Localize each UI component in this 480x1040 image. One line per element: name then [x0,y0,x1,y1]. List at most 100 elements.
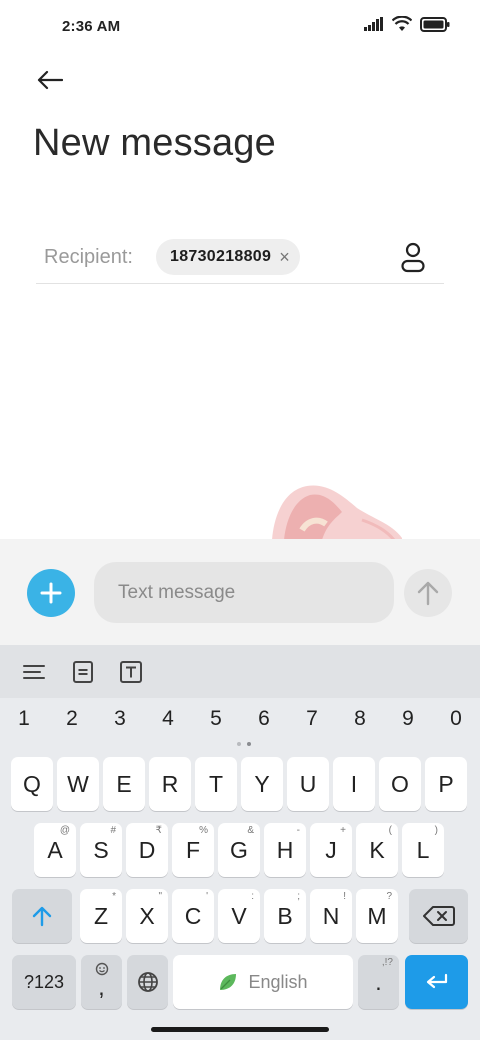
key-hint: - [296,825,300,836]
leaf-icon [220,974,237,990]
emoji-comma-key[interactable]: , [81,955,122,1009]
number-key[interactable]: 8 [345,707,375,731]
send-button[interactable] [404,569,452,617]
comma-label: , [98,973,105,1000]
text-format-icon[interactable] [118,659,144,685]
letter-key[interactable]: :V [218,889,260,943]
language-key[interactable] [127,955,168,1009]
person-icon [401,242,425,273]
key-hint: ; [297,891,300,902]
letter-key[interactable]: " X [126,889,168,943]
emoji-icon [95,962,109,976]
keyboard: 1234567890 QWERTYUIOP @ A # S ₹ D% F & G - H + J(K) L… [0,645,480,1040]
number-key[interactable]: 6 [249,707,279,731]
key-hint: : [251,891,254,902]
key-label: J [325,836,337,863]
arrow-left-icon [37,70,63,90]
letter-key[interactable]: O [379,757,421,811]
recipient-label: Recipient: [44,246,133,268]
recipient-chip[interactable]: 18730218809 × [156,239,300,275]
shift-key[interactable] [12,889,72,943]
letter-key[interactable]: -H [264,823,306,877]
key-label: S [93,836,109,863]
space-key[interactable]: English [173,955,353,1009]
status-icons [364,16,450,32]
arrow-up-icon [417,581,439,606]
key-hint: " [158,891,162,902]
key-hint: * [112,891,116,902]
letter-key[interactable]: ) L [402,823,444,877]
page-title: New message [33,122,276,164]
number-key[interactable]: 0 [441,707,471,731]
number-key[interactable]: 7 [297,707,327,731]
contacts-button[interactable] [398,240,428,274]
letter-key[interactable]: # S [80,823,122,877]
letter-key[interactable]: + J [310,823,352,877]
period-label: . [375,968,382,995]
letter-key[interactable]: % F [172,823,214,877]
key-label: H [276,836,294,863]
shift-arrow-icon [32,906,52,927]
letter-key[interactable]: R [149,757,191,811]
key-hint: + [340,825,346,836]
letter-key[interactable]: * Z [80,889,122,943]
key-hint: ! [343,891,346,902]
letter-key[interactable]: ₹ D [126,823,168,877]
letter-key[interactable]: E [103,757,145,811]
number-key[interactable]: 5 [201,707,231,731]
number-key[interactable]: 1 [9,707,39,731]
letter-key[interactable]: & G [218,823,260,877]
letter-key[interactable]: ' C [172,889,214,943]
key-hint: ' [206,891,208,902]
key-label: L [416,836,430,863]
symbols-key[interactable]: ?123 [12,955,76,1009]
globe-icon [137,972,158,992]
key-label: C [184,902,202,929]
attach-button[interactable] [27,569,75,617]
key-label: M [367,902,387,929]
key-label: N [322,902,340,929]
home-indicator[interactable] [151,1027,329,1032]
page-dot-active [247,742,251,746]
status-bar: 2:36 AM [0,0,480,56]
letter-key[interactable]: Y [241,757,283,811]
letter-key[interactable]: ? M [356,889,398,943]
letter-key[interactable]: P [425,757,467,811]
message-input[interactable] [94,562,394,623]
letter-key[interactable]: Q [11,757,53,811]
chip-remove-icon[interactable]: × [279,248,290,266]
number-key[interactable]: 9 [393,707,423,731]
plus-icon [40,582,62,604]
signal-icon [364,17,383,31]
compose-bar [0,539,480,645]
symbols-key-label: ?123 [23,971,65,992]
backspace-key[interactable] [409,889,468,943]
letter-key[interactable]: ; B [264,889,306,943]
clipboard-icon[interactable] [70,659,96,685]
wifi-icon [392,16,412,31]
key-label: G [230,836,248,863]
period-key[interactable]: ,!? . [358,955,399,1009]
menu-icon[interactable] [21,659,47,685]
letter-key[interactable]: I [333,757,375,811]
number-key[interactable]: 2 [57,707,87,731]
page-dot [237,742,241,746]
key-hint: % [199,825,208,836]
enter-key[interactable] [405,955,468,1009]
key-hint: ₹ [155,825,162,836]
letter-key[interactable]: ! N [310,889,352,943]
number-key[interactable]: 3 [105,707,135,731]
recipient-row[interactable]: Recipient: 18730218809 × [36,234,444,284]
letter-key[interactable]: @ A [34,823,76,877]
letter-key[interactable]: U [287,757,329,811]
key-label: Z [93,902,109,929]
letter-key[interactable]: (K [356,823,398,877]
keyboard-toolbar [0,645,480,698]
number-key[interactable]: 4 [153,707,183,731]
status-time: 2:36 AM [62,18,121,35]
battery-icon [420,16,450,32]
back-button[interactable] [30,62,70,98]
letter-key[interactable]: T [195,757,237,811]
letter-key[interactable]: W [57,757,99,811]
recipient-chip-number: 18730218809 [170,248,272,265]
